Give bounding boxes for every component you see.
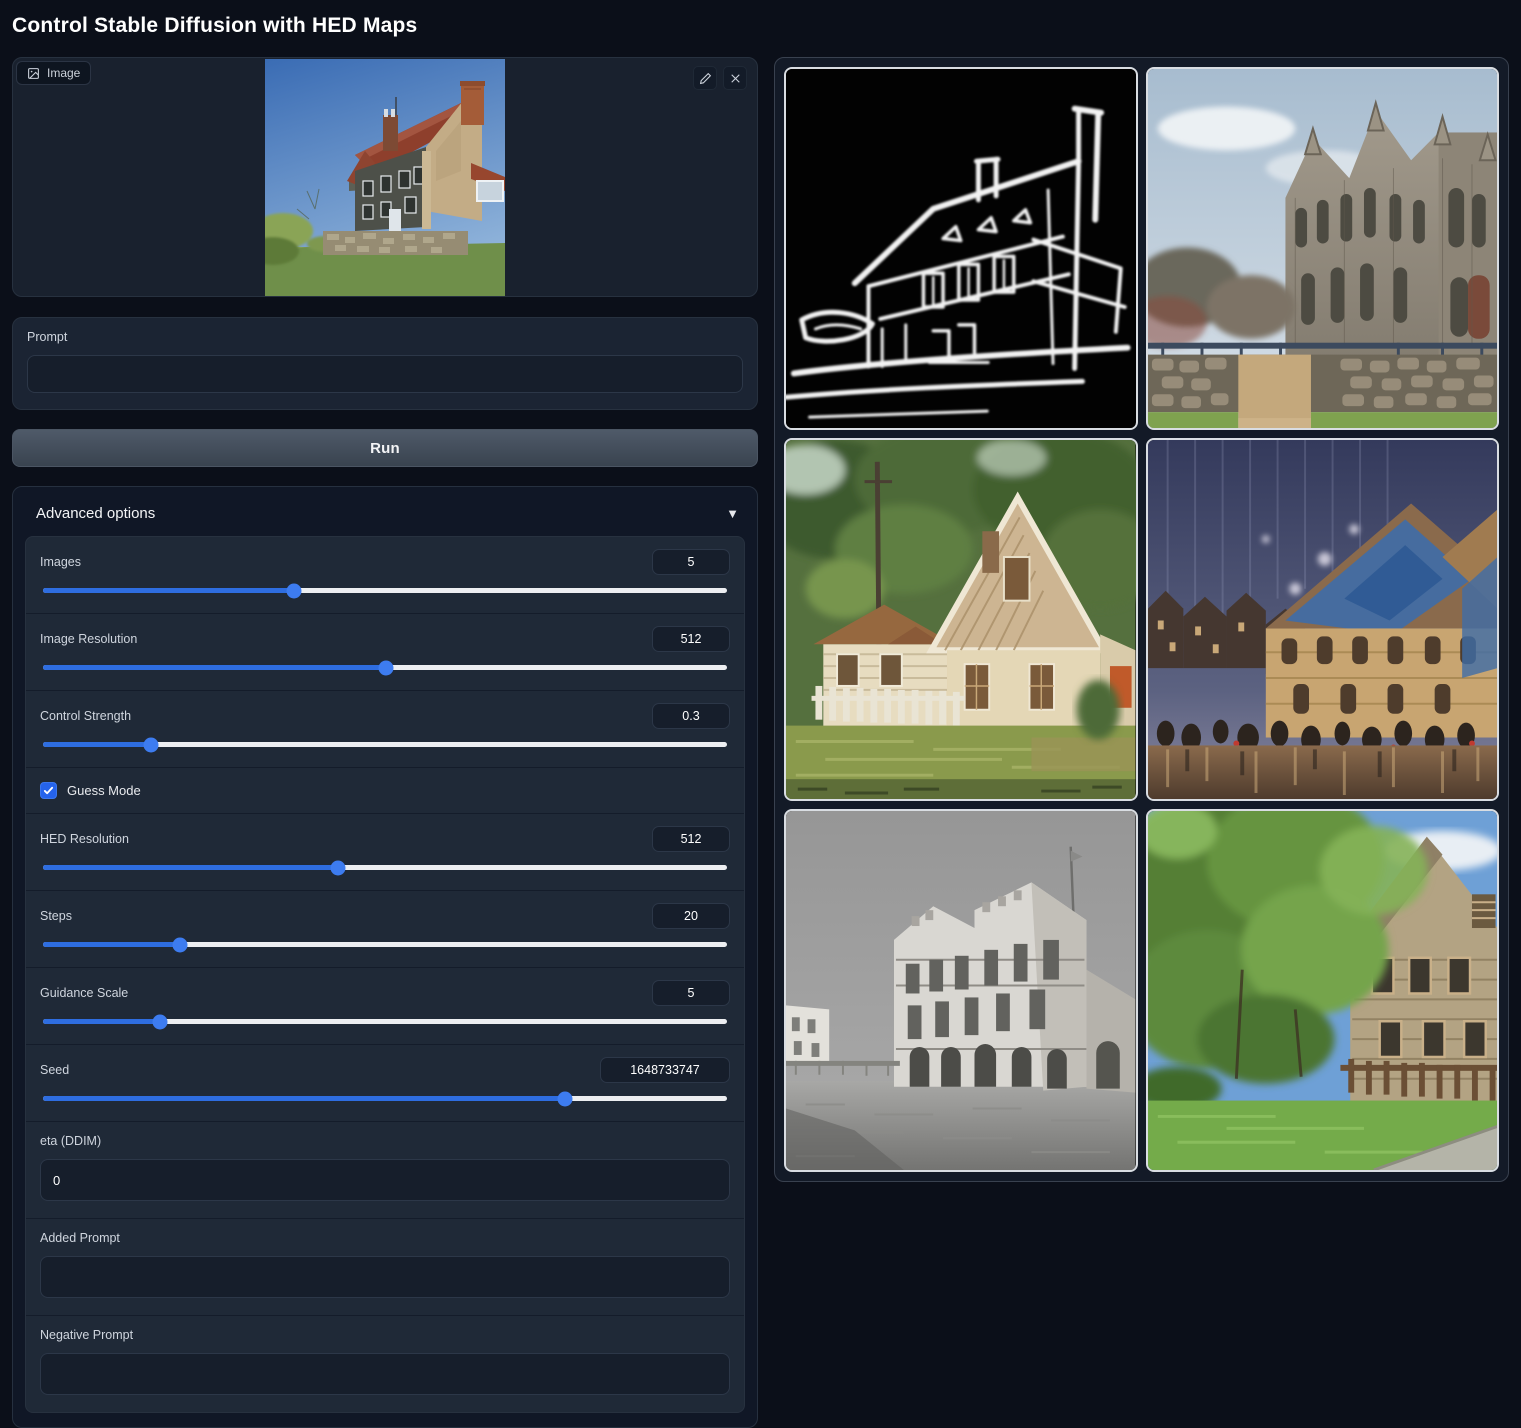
seed-slider[interactable] (43, 1096, 727, 1101)
clear-image-button[interactable] (723, 66, 747, 90)
steps-label: Steps (40, 909, 72, 923)
advanced-options-title: Advanced options (36, 505, 155, 522)
added-prompt-row: Added Prompt (26, 1219, 744, 1316)
hed-resolution-slider-thumb[interactable] (330, 860, 345, 875)
control-strength-slider-thumb[interactable] (144, 737, 159, 752)
control-strength-label: Control Strength (40, 709, 131, 723)
added-prompt-input[interactable] (40, 1256, 730, 1298)
guidance-scale-value-input[interactable] (652, 980, 730, 1006)
hed-resolution-value-input[interactable] (652, 826, 730, 852)
guidance-scale-slider-thumb[interactable] (152, 1014, 167, 1029)
seed-slider-thumb[interactable] (557, 1091, 572, 1106)
checkmark-icon (43, 785, 54, 796)
guidance-scale-label: Guidance Scale (40, 986, 128, 1000)
image-resolution-slider[interactable] (43, 665, 727, 670)
guidance-scale-slider[interactable] (43, 1019, 727, 1024)
slider-row-seed: Seed (26, 1045, 744, 1122)
slider-row-hed-resolution: HED Resolution (26, 814, 744, 891)
hed-resolution-label: HED Resolution (40, 832, 129, 846)
guess-mode-label: Guess Mode (67, 783, 141, 798)
hed-resolution-slider[interactable] (43, 865, 727, 870)
eta-label: eta (DDIM) (40, 1134, 730, 1148)
negative-prompt-input[interactable] (40, 1353, 730, 1395)
image-icon (27, 67, 40, 80)
prompt-block: Prompt (12, 317, 758, 410)
image-label-badge: Image (16, 61, 91, 85)
prompt-input[interactable] (27, 355, 743, 393)
results-gallery (774, 57, 1509, 1182)
advanced-options-header[interactable]: Advanced options ▼ (25, 497, 745, 536)
images-label: Images (40, 555, 81, 569)
edit-image-button[interactable] (693, 66, 717, 90)
guess-mode-checkbox[interactable] (40, 782, 57, 799)
page-title: Control Stable Diffusion with HED Maps (0, 0, 1521, 38)
seed-value-input[interactable] (600, 1057, 730, 1083)
advanced-options-form: Images Image Resolution (25, 536, 745, 1413)
negative-prompt-row: Negative Prompt (26, 1316, 744, 1412)
eta-input[interactable] (40, 1159, 730, 1201)
guess-mode-row[interactable]: Guess Mode (26, 768, 744, 814)
slider-row-steps: Steps (26, 891, 744, 968)
added-prompt-label: Added Prompt (40, 1231, 730, 1245)
advanced-options-accordion: Advanced options ▼ Images (12, 486, 758, 1428)
image-resolution-value-input[interactable] (652, 626, 730, 652)
chevron-down-icon: ▼ (726, 506, 739, 521)
controls-column: Image (12, 57, 758, 1428)
prompt-label: Prompt (27, 330, 743, 344)
slider-row-images: Images (26, 537, 744, 614)
image-actions (693, 66, 747, 90)
slider-row-control-strength: Control Strength (26, 691, 744, 768)
results-grid (784, 67, 1499, 1172)
close-icon (729, 72, 742, 85)
gallery-image-night-painterly[interactable] (1146, 438, 1500, 801)
steps-slider-thumb[interactable] (172, 937, 187, 952)
slider-row-image-resolution: Image Resolution (26, 614, 744, 691)
image-resolution-label: Image Resolution (40, 632, 137, 646)
pencil-icon (699, 72, 712, 85)
steps-slider[interactable] (43, 942, 727, 947)
negative-prompt-label: Negative Prompt (40, 1328, 730, 1342)
uploaded-image[interactable] (265, 59, 505, 297)
images-slider-thumb[interactable] (287, 583, 302, 598)
images-slider[interactable] (43, 588, 727, 593)
images-value-input[interactable] (652, 549, 730, 575)
gallery-image-cottage-painting[interactable] (784, 438, 1138, 801)
slider-row-guidance-scale: Guidance Scale (26, 968, 744, 1045)
seed-label: Seed (40, 1063, 69, 1077)
main-layout: Image (0, 57, 1521, 1428)
image-upload[interactable]: Image (12, 57, 758, 297)
image-label: Image (47, 66, 80, 80)
control-strength-slider[interactable] (43, 742, 727, 747)
control-strength-value-input[interactable] (652, 703, 730, 729)
steps-value-input[interactable] (652, 903, 730, 929)
image-resolution-slider-thumb[interactable] (378, 660, 393, 675)
gallery-image-grayscale-building[interactable] (784, 809, 1138, 1172)
eta-row: eta (DDIM) (26, 1122, 744, 1219)
run-button[interactable]: Run (12, 429, 758, 467)
gallery-image-stone-house[interactable] (1146, 809, 1500, 1172)
gallery-image-cathedral[interactable] (1146, 67, 1500, 430)
gallery-image-hed-map[interactable] (784, 67, 1138, 430)
